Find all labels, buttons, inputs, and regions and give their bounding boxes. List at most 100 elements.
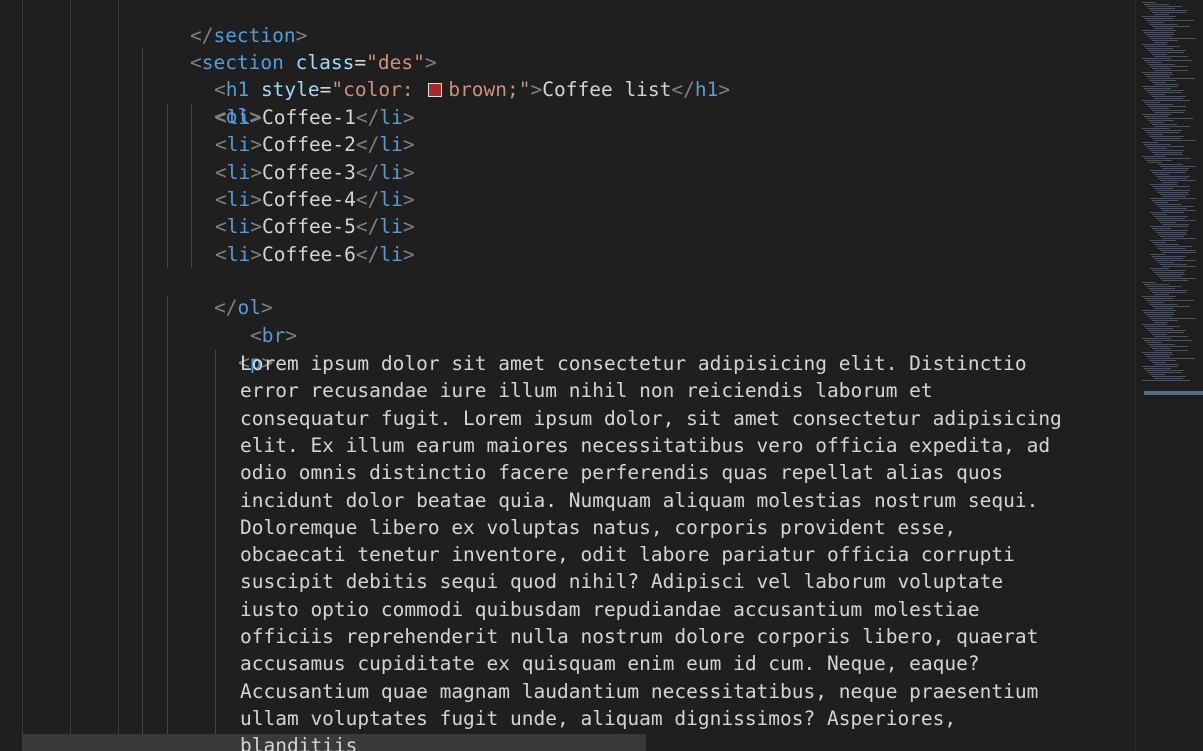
code-line[interactable]: iusto optio commodi quibusdam repudianda… (240, 596, 980, 623)
token: > (250, 133, 262, 157)
minimap[interactable] (1135, 0, 1203, 751)
minimap-line (1142, 296, 1176, 297)
minimap-line (1142, 352, 1172, 353)
token: li (226, 242, 251, 266)
code-line[interactable]: odio omnis distinctio facere perferendis… (240, 459, 1003, 486)
code-line[interactable]: suscipit debitis sequi quod nihil? Adipi… (240, 568, 1003, 595)
code-line[interactable]: <br> (203, 295, 297, 347)
minimap-line (1150, 374, 1165, 375)
minimap-line (1150, 212, 1184, 213)
minimap-line (1152, 376, 1186, 377)
code-editor[interactable]: </section> <section class="des"> <h1 sty… (0, 0, 1135, 751)
minimap-line (1150, 108, 1169, 109)
minimap-line (1148, 358, 1195, 359)
code-line[interactable]: <h1 style="color: brown;">Coffee list</h… (167, 49, 730, 101)
minimap-line (1148, 120, 1174, 121)
minimap-line (1158, 262, 1174, 263)
minimap-line (1152, 138, 1181, 139)
minimap-line (1152, 152, 1182, 153)
token: > (402, 215, 415, 239)
code-line[interactable]: accusamus cupiditate ex quisquam enim eu… (240, 650, 980, 677)
minimap-line (1156, 232, 1186, 233)
minimap-line (1142, 310, 1176, 311)
code-line[interactable]: error recusandae iure illum nihil non re… (240, 377, 933, 404)
minimap-line (1152, 306, 1190, 307)
code-line[interactable]: obcaecati tenetur inventore, odit labore… (240, 541, 1015, 568)
token: li (379, 215, 403, 239)
minimap-line (1148, 22, 1164, 23)
token: li (379, 187, 403, 211)
minimap-slider[interactable] (1144, 391, 1203, 395)
minimap-line (1152, 172, 1186, 173)
code-line[interactable]: ullam voluptates fugit unde, aliquam dig… (240, 705, 956, 732)
minimap-line (1154, 112, 1184, 113)
minimap-line (1154, 308, 1173, 309)
minimap-line (1150, 184, 1177, 185)
minimap-line (1162, 182, 1178, 183)
code-line[interactable]: Lorem ipsum dolor sit amet consectetur a… (240, 350, 1027, 377)
minimap-line (1156, 260, 1196, 261)
code-line[interactable]: incidunt dolor beatae quia. Numquam aliq… (240, 487, 1038, 514)
code-line[interactable]: <section class="des"> (143, 22, 437, 74)
minimap-line (1146, 76, 1170, 77)
code-line[interactable]: </ol> (167, 267, 273, 319)
minimap-line (1154, 202, 1168, 203)
minimap-line (1144, 298, 1173, 299)
token: </ (671, 78, 695, 101)
code-line[interactable]: officiis reprehenderit nulla nostrum dol… (240, 623, 1038, 650)
code-line[interactable]: <li>Coffee-3</li> (215, 159, 415, 186)
minimap-line (1150, 226, 1188, 227)
code-line[interactable]: <li>Coffee-4</li> (215, 186, 415, 213)
minimap-line (1146, 62, 1162, 63)
minimap-line (1150, 304, 1177, 305)
minimap-line (1158, 164, 1183, 165)
minimap-line (1150, 136, 1184, 137)
minimap-line (1144, 74, 1173, 75)
minimap-line (1160, 264, 1187, 265)
minimap-line (1148, 8, 1175, 9)
minimap-line (1144, 354, 1173, 355)
code-line[interactable]: <p> (191, 322, 273, 374)
minimap-line (1152, 26, 1190, 27)
code-line[interactable]: <li>Coffee-5</li> (215, 213, 415, 240)
code-line[interactable]: Accusantium quae magnam laudantium neces… (240, 678, 1038, 705)
minimap-line (1142, 86, 1178, 87)
minimap-line (1154, 174, 1169, 175)
minimap-line (1158, 178, 1187, 179)
minimap-line (1154, 272, 1184, 273)
minimap-line (1146, 356, 1170, 357)
code-line[interactable]: <li>Coffee-2</li> (215, 131, 415, 158)
minimap-line (1148, 288, 1175, 289)
code-line[interactable]: Doloremque libero ex voluptas natus, cor… (240, 514, 956, 541)
minimap-line (1148, 106, 1186, 107)
minimap-line (1150, 122, 1164, 123)
code-line[interactable]: blanditiis (240, 732, 357, 751)
token: li (226, 160, 251, 184)
code-line[interactable]: <ol> (167, 76, 261, 128)
minimap-line (1158, 276, 1182, 277)
minimap-line (1152, 292, 1186, 293)
minimap-line (1144, 32, 1174, 33)
minimap-line (1154, 98, 1183, 99)
minimap-line (1148, 50, 1186, 51)
minimap-line (1142, 44, 1167, 45)
minimap-line (1144, 158, 1191, 159)
minimap-line (1144, 116, 1168, 117)
color-swatch-icon[interactable] (428, 83, 443, 97)
indent-guide (118, 0, 119, 751)
minimap-line (1152, 12, 1186, 13)
minimap-line (1142, 142, 1158, 143)
minimap-line (1154, 154, 1183, 155)
minimap-line (1152, 54, 1167, 55)
minimap-line (1142, 16, 1176, 17)
code-line[interactable]: <li>Coffee-6</li> (215, 241, 415, 268)
minimap-line (1152, 348, 1171, 349)
token: Coffee-2 (261, 133, 356, 157)
minimap-line (1144, 284, 1169, 285)
code-line[interactable]: elit. Ex illum earum maiores necessitati… (240, 432, 1050, 459)
code-line[interactable]: </section> (143, 0, 307, 47)
minimap-line (1148, 162, 1162, 163)
code-line[interactable]: <li>Coffee-1</li> (215, 104, 415, 131)
minimap-line (1146, 20, 1194, 21)
code-line[interactable]: consequatur fugit. Lorem ipsum dolor, si… (240, 405, 1062, 432)
